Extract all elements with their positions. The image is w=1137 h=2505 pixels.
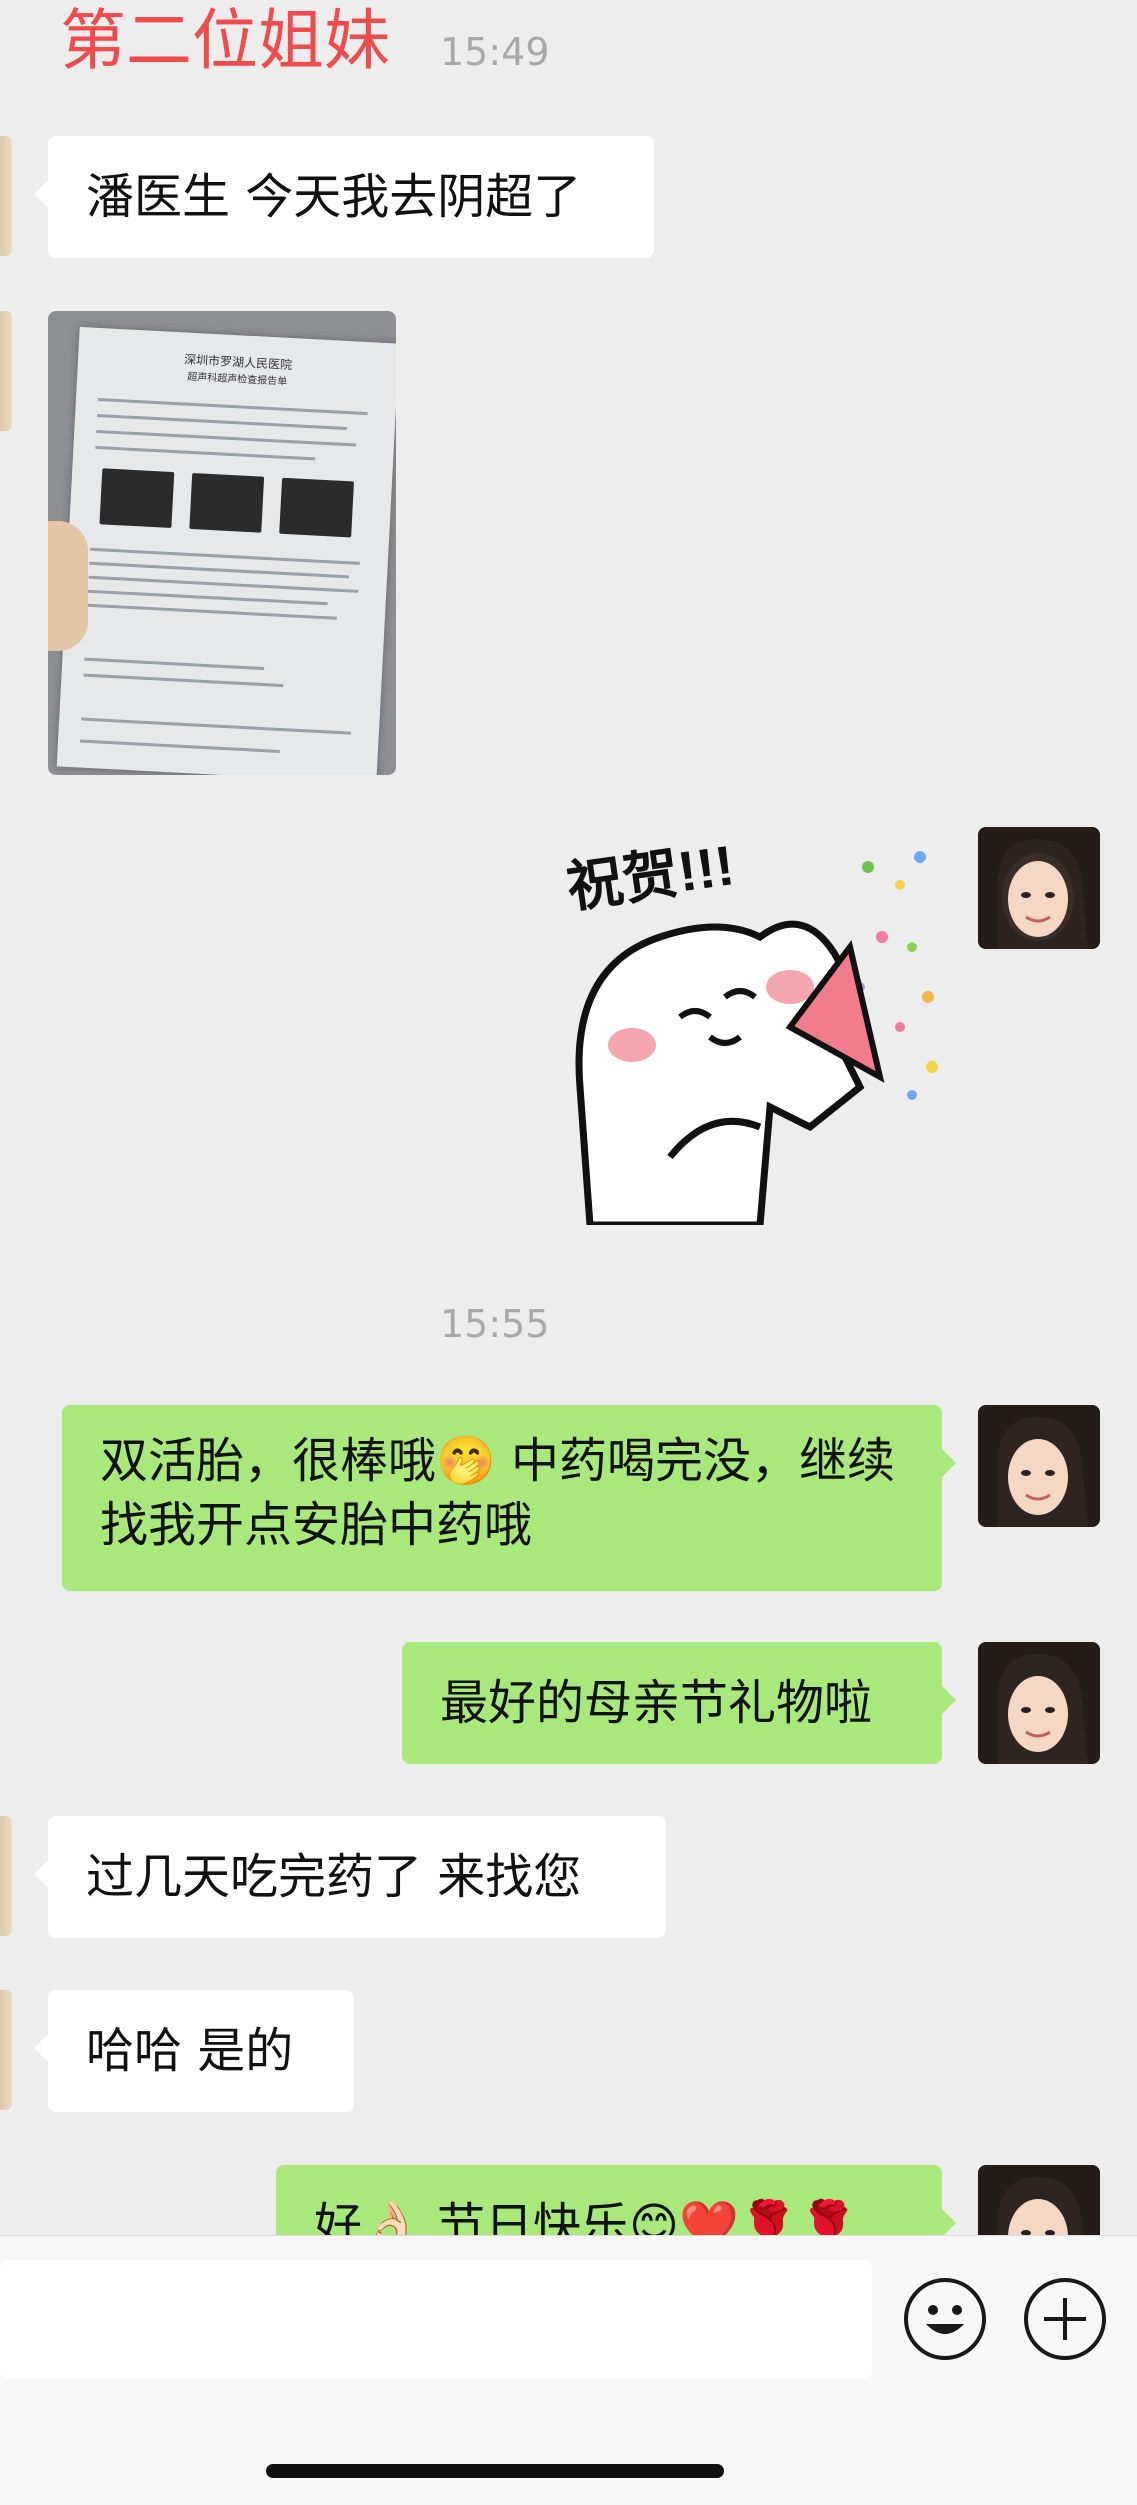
message-text: 最好的母亲节礼物啦: [440, 1675, 873, 1731]
contact-avatar[interactable]: [0, 1816, 12, 1936]
avatar-photo: [978, 1405, 1100, 1527]
sticker-image: 祝贺!!!: [563, 833, 938, 1229]
avatar-photo: [978, 827, 1100, 949]
message-input[interactable]: [0, 2260, 872, 2378]
message-bubble-outgoing[interactable]: 双活胎，很棒哦🤭 中药喝完没，继续找我开点安胎中药哦: [62, 1405, 956, 1591]
message-text: 过几天吃完药了 来找您: [86, 1849, 582, 1905]
smiley-icon[interactable]: [904, 2278, 986, 2360]
plus-circle-icon[interactable]: [1024, 2278, 1106, 2360]
contact-name: 第二位姐妹: [60, 2, 390, 79]
message-bubble-incoming[interactable]: 过几天吃完药了 来找您: [34, 1816, 666, 1938]
contact-avatar[interactable]: [0, 311, 12, 431]
message-bubble-outgoing[interactable]: 最好的母亲节礼物啦: [402, 1642, 956, 1764]
my-avatar[interactable]: [978, 827, 1100, 949]
my-avatar[interactable]: [978, 1642, 1100, 1764]
report-photo: 深圳市罗湖人民医院 超声科超声检查报告单: [56, 326, 396, 775]
sticker-message[interactable]: 祝贺!!!: [560, 827, 950, 1229]
svg-text:祝贺!!!: 祝贺!!!: [563, 833, 738, 919]
message-text: 潘医生 今天我去阴超了: [86, 169, 582, 225]
message-bubble-incoming[interactable]: 哈哈 是的: [34, 1990, 354, 2112]
contact-avatar[interactable]: [0, 136, 12, 256]
avatar-photo: [978, 1642, 1100, 1764]
timestamp: 15:49: [440, 30, 550, 74]
report-title: 深圳市罗湖人民医院 超声科超声检查报告单: [183, 352, 293, 388]
contact-avatar[interactable]: [0, 1990, 12, 2110]
timestamp: 15:55: [440, 1302, 550, 1346]
message-text: 双活胎，很棒哦🤭 中药喝完没，继续找我开点安胎中药哦: [100, 1433, 896, 1553]
message-text: 哈哈 是的: [86, 2023, 294, 2079]
my-avatar[interactable]: [978, 1405, 1100, 1527]
message-bubble-incoming[interactable]: 潘医生 今天我去阴超了: [34, 136, 654, 258]
image-message[interactable]: 深圳市罗湖人民医院 超声科超声检查报告单: [48, 311, 396, 775]
home-indicator[interactable]: [266, 2464, 724, 2478]
